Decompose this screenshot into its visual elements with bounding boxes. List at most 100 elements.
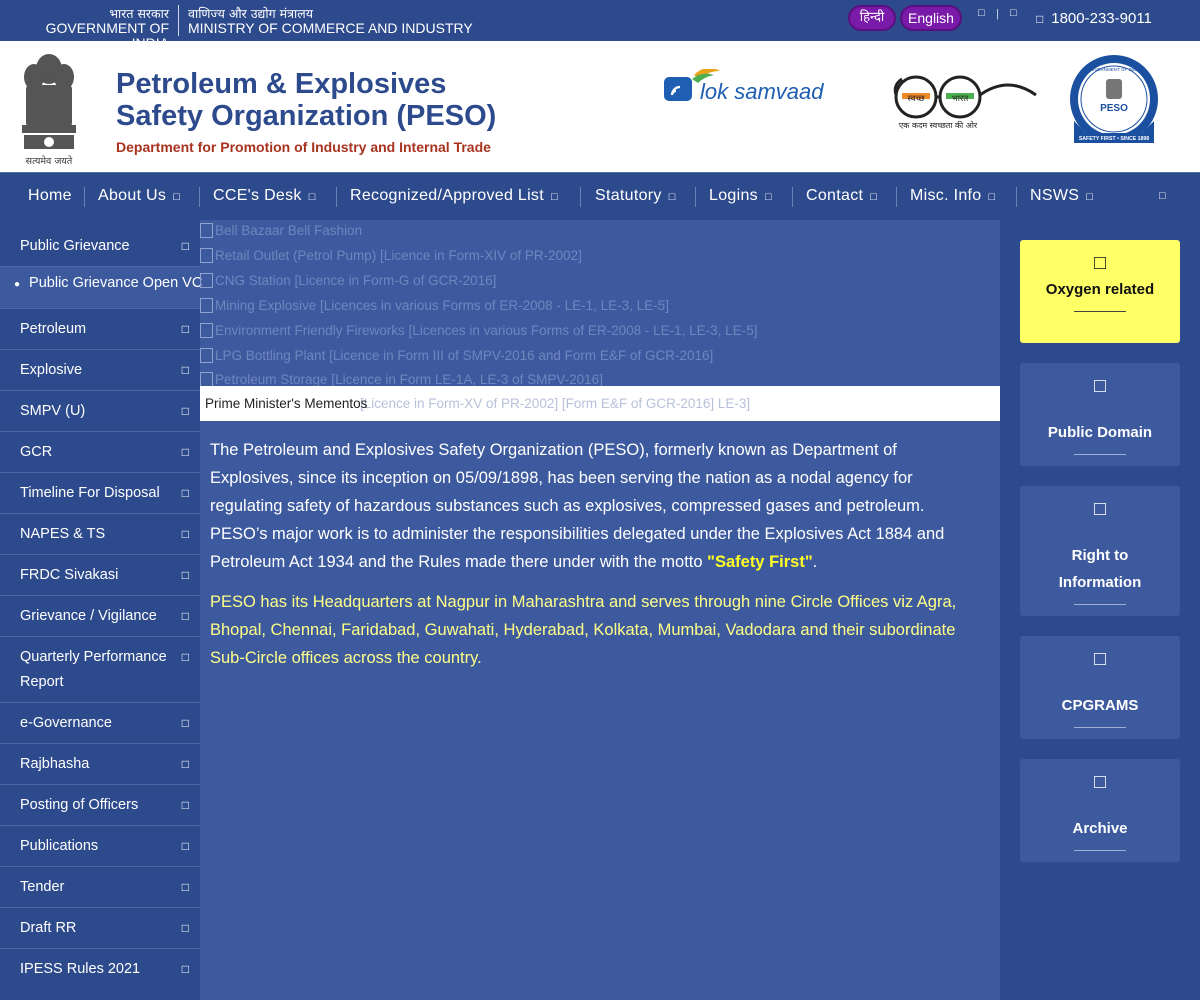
national-emblem-icon[interactable]: सत्यमेव जयते	[14, 49, 84, 167]
sidebar-item-napes[interactable]: NAPES & TS □	[0, 514, 200, 555]
nav-nsws[interactable]: NSWS □	[1030, 173, 1093, 219]
chevron-down-icon: □	[181, 798, 189, 812]
broken-image-icon	[200, 273, 213, 288]
sidebar-item-e-governance[interactable]: e-Governance □	[0, 703, 200, 744]
sidebar-item-draft-rr[interactable]: Draft RR □	[0, 908, 200, 949]
motto-highlight: "Safety First"	[707, 553, 813, 571]
chevron-down-icon: □	[550, 191, 558, 203]
slider-image-alt[interactable]: Environment Friendly Fireworks [Licences…	[200, 323, 757, 338]
broken-image-icon	[200, 248, 213, 263]
quicklink-label: CPGRAMS	[1061, 697, 1139, 714]
nav-separator	[896, 187, 897, 207]
sidebar-item-label: GCR	[20, 444, 53, 460]
seal-bottom-text: SAFETY FIRST • SINCE 1898	[1079, 136, 1149, 142]
seal-center-text: PESO	[1100, 103, 1128, 114]
peso-seal-logo[interactable]: PESO GOVERNMENT OF INDIA SAFETY FIRST • …	[1068, 53, 1160, 157]
slider-image-alt[interactable]: CNG Station [Licence in Form-G of GCR-20…	[200, 273, 496, 288]
sidebar-item-publications[interactable]: Publications □	[0, 826, 200, 867]
helpline-phone[interactable]: □ 1800-233-9011	[1036, 10, 1152, 27]
slider-caption: Prime Minister's Mementos	[205, 396, 368, 411]
sidebar-item-explosive[interactable]: Explosive □	[0, 350, 200, 391]
sidebar-item-rajbhasha[interactable]: Rajbhasha □	[0, 744, 200, 785]
quicklink-underline	[1074, 727, 1126, 728]
sidebar-item-public-grievance-open-vc[interactable]: ● Public Grievance Open VC	[0, 267, 203, 309]
nav-home[interactable]: Home	[28, 173, 72, 219]
bullet-icon: ●	[14, 279, 21, 290]
site-title-line2[interactable]: Safety Organization (PESO)	[116, 100, 496, 132]
chevron-down-icon: □	[181, 716, 189, 730]
sidebar-item-label: NAPES & TS	[20, 526, 106, 542]
nav-recognized-list-label: Recognized/Approved List	[350, 187, 544, 204]
chevron-down-icon: □	[181, 568, 189, 582]
sidebar-item-label: e-Governance	[20, 715, 112, 731]
slider-caption-ghost: [Licence in Form-XV of PR-2002] [Form E&…	[360, 396, 751, 411]
sidebar-item-public-grievance[interactable]: Public Grievance □	[0, 220, 200, 267]
sidebar-item-smpv[interactable]: SMPV (U) □	[0, 391, 200, 432]
swachh-bharat-logo[interactable]: स्वच्छ भारत एक कदम स्वच्छता की ओर	[888, 65, 1040, 133]
sidebar-item-frdc[interactable]: FRDC Sivakasi □	[0, 555, 200, 596]
sidebar-item-quarterly-report[interactable]: Quarterly Performance Report □	[0, 637, 200, 703]
lok-samvaad-logo[interactable]: lok samvaad	[664, 69, 844, 103]
sitemap-icon[interactable]: □	[1010, 7, 1017, 19]
quicklink-underline	[1074, 604, 1126, 605]
slider-image-alt[interactable]: Retail Outlet (Petrol Pump) [Licence in …	[200, 248, 582, 263]
nav-separator	[792, 187, 793, 207]
nav-statutory-label: Statutory	[595, 187, 662, 204]
nav-logins[interactable]: Logins □	[709, 173, 772, 219]
chevron-down-icon: □	[1086, 191, 1094, 203]
sidebar-item-grievance-vigilance[interactable]: Grievance / Vigilance □	[0, 596, 200, 637]
sidebar-item-label: Publications	[20, 838, 99, 854]
quicklink-oxygen-related[interactable]: □ Oxygen related	[1020, 240, 1180, 343]
quicklink-label: Archive	[1072, 820, 1128, 837]
hindi-language-button[interactable]: हिन्दी	[848, 5, 896, 31]
sidebar-subitem-text: Public Grievance Open VC	[29, 275, 203, 291]
nav-about-us[interactable]: About Us □	[98, 173, 180, 219]
english-language-button[interactable]: English	[900, 5, 962, 31]
gov-divider	[178, 5, 179, 36]
slider-image-alt[interactable]: LPG Bottling Plant [Licence in Form III …	[200, 348, 713, 363]
sidebar-item-ipess-rules[interactable]: IPESS Rules 2021 □	[0, 949, 200, 990]
phone-number: 1800-233-9011	[1051, 10, 1152, 27]
sidebar-item-timeline[interactable]: Timeline For Disposal □	[0, 473, 200, 514]
site-header: सत्यमेव जयते Petroleum & Explosives Safe…	[0, 41, 1200, 172]
slider-image-alt[interactable]: Bell Bazaar Bell Fashion	[200, 223, 362, 238]
nav-nsws-label: NSWS	[1030, 187, 1080, 204]
ministry-english-text: MINISTRY OF COMMERCE AND INDUSTRY	[188, 20, 473, 36]
archive-icon: □	[1093, 771, 1107, 793]
chevron-down-icon: □	[181, 363, 189, 377]
gov-topbar: भारत सरकार GOVERNMENT OF INDIA वाणिज्य औ…	[0, 0, 1200, 51]
sidebar-item-gcr[interactable]: GCR □	[0, 432, 200, 473]
quicklink-right-to-information[interactable]: □ Right to Information	[1020, 486, 1180, 616]
sidebar-item-label: Tender	[20, 879, 65, 895]
nav-contact[interactable]: Contact □	[806, 173, 877, 219]
quicklink-public-domain[interactable]: □ Public Domain	[1020, 363, 1180, 466]
quicklink-cpgrams[interactable]: □ CPGRAMS	[1020, 636, 1180, 739]
chevron-down-icon: □	[181, 839, 189, 853]
nav-recognized-list[interactable]: Recognized/Approved List □	[350, 173, 558, 219]
quicklink-archive[interactable]: □ Archive	[1020, 759, 1180, 862]
nav-statutory[interactable]: Statutory □	[595, 173, 676, 219]
sidebar-item-petroleum[interactable]: Petroleum □	[0, 309, 200, 350]
sidebar-item-label: Grievance / Vigilance	[20, 608, 157, 624]
left-sidebar: Public Grievance □ ● Public Grievance Open…	[0, 220, 203, 1000]
site-title-line1[interactable]: Petroleum & Explosives	[116, 68, 446, 100]
slider-alt-text: Environment Friendly Fireworks [Licences…	[215, 323, 758, 338]
slider-image-alt[interactable]: Mining Explosive [Licences in various Fo…	[200, 298, 669, 313]
sidebar-item-tender[interactable]: Tender □	[0, 867, 200, 908]
nav-cce-desk[interactable]: CCE's Desk □	[213, 173, 316, 219]
chevron-down-icon: □	[668, 191, 676, 203]
nav-misc-info[interactable]: Misc. Info □	[910, 173, 995, 219]
ministry-label[interactable]: वाणिज्य और उद्योग मंत्रालय MINISTRY OF C…	[188, 6, 473, 36]
chevron-down-icon: □	[181, 880, 189, 894]
search-icon[interactable]: □	[1159, 173, 1166, 219]
broken-image-icon	[200, 348, 213, 363]
quicklink-underline	[1074, 850, 1126, 851]
nav-separator	[336, 187, 337, 207]
slider-caption-bar[interactable]: [Licence in Form-XV of PR-2002] [Form E&…	[200, 386, 1000, 421]
ministry-hindi-text: वाणिज्य और उद्योग मंत्रालय	[188, 6, 314, 21]
nav-separator	[1016, 187, 1017, 207]
screen-reader-icon[interactable]: □	[978, 7, 985, 19]
swachh-tagline: एक कदम स्वच्छता की ओर	[899, 120, 978, 130]
sidebar-item-posting-of-officers[interactable]: Posting of Officers □	[0, 785, 200, 826]
slider-image-alt[interactable]: Petroleum Storage [Licence in Form LE-1A…	[200, 372, 603, 387]
